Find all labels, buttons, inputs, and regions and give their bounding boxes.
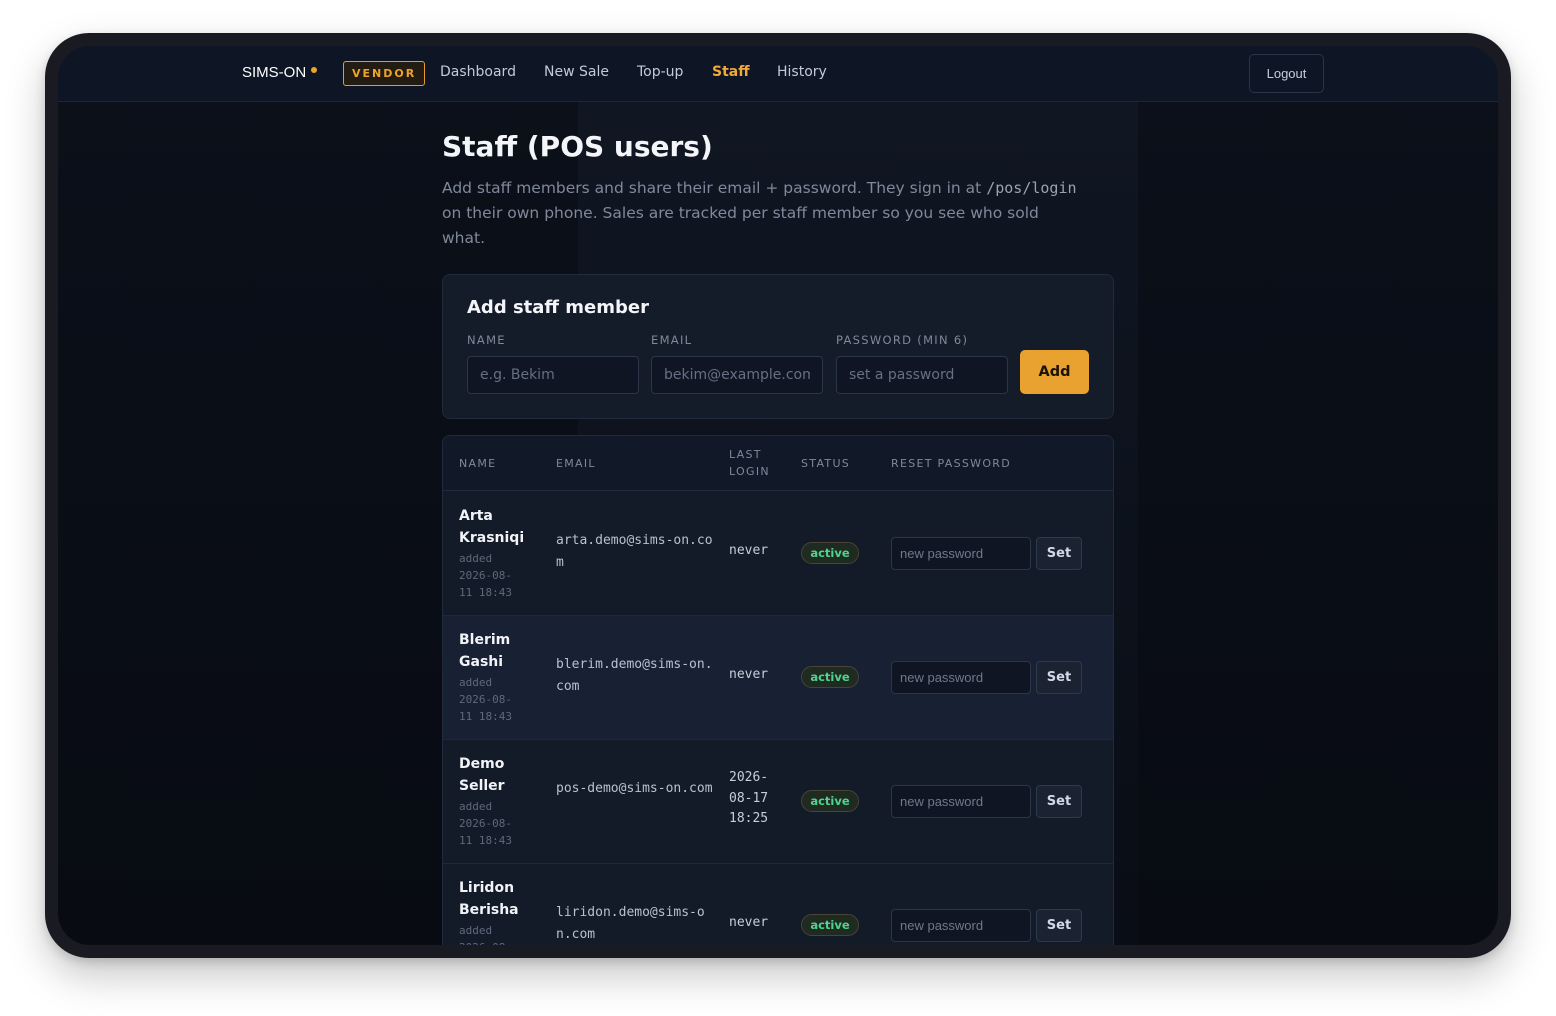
status-badge: active [801,542,859,564]
reset-password-input[interactable] [891,785,1031,818]
staff-email: pos-demo@sims-on.com [556,781,713,796]
th-reset-password: RESET PASSWORD [891,457,1012,470]
staff-added-date: added 2026-08- [459,924,512,945]
table-row: Arta Krasniqi added 2026-08-11 18:43 art… [443,492,1113,616]
name-input[interactable] [467,356,639,394]
staff-added-date: added 2026-08-11 18:43 [459,800,512,847]
email-input[interactable] [651,356,823,394]
set-password-button[interactable]: Set [1036,661,1082,694]
top-nav: SIMS-ON VENDOR Dashboard New Sale Top-up… [58,46,1498,102]
status-badge: active [801,914,859,936]
reset-password-input[interactable] [891,537,1031,570]
table-row: Liridon Berisha added 2026-08- liridon.d… [443,864,1113,945]
email-label: EMAIL [651,333,693,347]
staff-added-date: added 2026-08-11 18:43 [459,676,512,723]
nav-link-dashboard[interactable]: Dashboard [440,63,516,81]
brand-dot-icon [311,67,317,73]
th-email: EMAIL [556,457,596,470]
nav-link-staff[interactable]: Staff [712,63,750,81]
staff-email: liridon.demo@sims-on.com [556,905,705,942]
staff-email: blerim.demo@sims-on.com [556,657,713,694]
staff-last-login: 2026-08-17 18:25 [729,770,769,826]
add-staff-button[interactable]: Add [1020,350,1089,394]
intro-text: Add staff members and share their email … [442,179,987,197]
nav-link-new-sale[interactable]: New Sale [544,63,609,81]
staff-name: Liridon Berisha [459,880,519,918]
status-badge: active [801,666,859,688]
nav-link-history[interactable]: History [777,63,827,81]
vendor-badge: VENDOR [343,61,426,86]
staff-name: Arta Krasniqi [459,508,525,546]
password-label: PASSWORD (MIN 6) [836,333,969,347]
add-staff-title: Add staff member [467,297,649,318]
app-screen: SIMS-ON VENDOR Dashboard New Sale Top-up… [58,46,1498,945]
add-staff-card: Add staff member NAME EMAIL PASSWORD (MI… [442,274,1114,419]
staff-name: Blerim Gashi [459,632,511,670]
table-row: Blerim Gashi added 2026-08-11 18:43 bler… [443,616,1113,740]
staff-last-login: never [729,543,769,558]
logout-button[interactable]: Logout [1249,54,1324,93]
page-intro: Add staff members and share their email … [442,176,1082,251]
th-name: NAME [459,457,497,470]
staff-last-login: never [729,915,769,930]
nav-link-top-up[interactable]: Top-up [637,63,683,81]
reset-password-input[interactable] [891,909,1031,942]
staff-last-login: never [729,667,769,682]
staff-email: arta.demo@sims-on.com [556,533,713,570]
th-status: STATUS [801,457,851,470]
status-badge: active [801,790,859,812]
table-header: NAME EMAIL LAST LOGIN STATUS RESET PASSW… [443,436,1113,491]
set-password-button[interactable]: Set [1036,909,1082,942]
brand-logo[interactable]: SIMS-ON [242,64,306,82]
password-input[interactable] [836,356,1008,394]
set-password-button[interactable]: Set [1036,537,1082,570]
device-frame: SIMS-ON VENDOR Dashboard New Sale Top-up… [45,33,1511,958]
staff-added-date: added 2026-08-11 18:43 [459,552,512,599]
intro-code: /pos/login [986,179,1077,197]
set-password-button[interactable]: Set [1036,785,1082,818]
name-label: NAME [467,333,506,347]
staff-table: NAME EMAIL LAST LOGIN STATUS RESET PASSW… [442,435,1114,945]
staff-name: Demo Seller [459,756,505,794]
reset-password-input[interactable] [891,661,1031,694]
th-last-login: LAST LOGIN [729,448,770,478]
table-row: Demo Seller added 2026-08-11 18:43 pos-d… [443,740,1113,864]
intro-text-rest: on their own phone. Sales are tracked pe… [442,204,1039,247]
page-title: Staff (POS users) [442,130,713,163]
